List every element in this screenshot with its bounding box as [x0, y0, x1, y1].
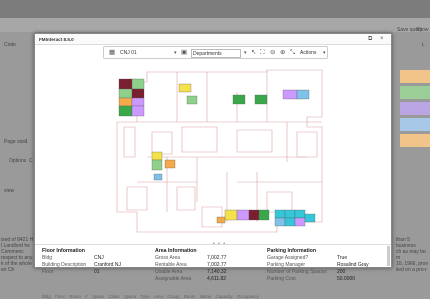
close-icon[interactable]: ×: [380, 36, 384, 42]
info-value: Cranford NJ: [94, 262, 121, 268]
bg-row-orange2: [400, 134, 430, 147]
zoom-extents-icon[interactable]: ⛶: [260, 49, 265, 57]
page-size-value[interactable]: 1: [25, 139, 28, 145]
app-header: [0, 0, 430, 18]
app-toolbar: [0, 18, 430, 32]
select-tool-icon[interactable]: ↖: [251, 49, 256, 57]
parking-information: Parking Information Garage Assigned? True…: [267, 248, 369, 283]
info-key: Building Description: [42, 262, 87, 268]
fminteract-dialog: FMInteract 8.5.0 ⧉ × ▦ CNJ 01 ▾ ▣ Depart…: [34, 33, 392, 299]
info-key: Gross Area: [155, 255, 181, 261]
grid-icon[interactable]: ▦: [109, 49, 115, 57]
dialog-titlebar[interactable]: FMInteract 8.5.0 ⧉ ×: [35, 34, 391, 45]
info-value: 200: [337, 269, 346, 275]
info-key: Rentable Area: [155, 262, 187, 268]
chevron-down-icon[interactable]: ▾: [244, 49, 247, 57]
floor-information: Floor Information Bldg CNJ Building Descr…: [42, 248, 121, 276]
info-key: Number of Parking Spaces: [267, 269, 327, 275]
bg-right-text: than 5 business ch as may be m 10, 1966, p…: [396, 237, 428, 273]
bg-row-purple: [400, 102, 430, 115]
area-info-heading: Area Information: [155, 248, 197, 254]
info-key: Parking Manager: [267, 262, 306, 268]
bg-row-orange: [400, 70, 430, 83]
floor-plan[interactable]: [107, 62, 347, 242]
floor-info-heading: Floor Information: [42, 248, 85, 254]
parking-info-heading: Parking Information: [267, 248, 316, 254]
page-size-label: Page size:: [4, 139, 28, 145]
right-col-label: L: [422, 42, 425, 48]
zoom-in-icon[interactable]: ⊕: [280, 49, 285, 57]
view-button[interactable]: view: [4, 188, 14, 194]
bg-row-blue: [400, 118, 430, 131]
zoom-out-icon[interactable]: ⊖: [270, 49, 275, 57]
info-key: Garage Assigned?: [267, 255, 309, 261]
splitter[interactable]: [35, 244, 391, 245]
restore-icon[interactable]: ⧉: [368, 36, 372, 43]
layer-select[interactable]: Departments: [191, 49, 241, 58]
chevron-down-icon[interactable]: ▾: [174, 49, 177, 57]
info-scrollbar[interactable]: [387, 246, 390, 266]
bg-row-green: [400, 86, 430, 99]
info-key: Parking Cost: [267, 276, 296, 282]
dialog-title: FMInteract 8.5.0: [39, 37, 74, 42]
options-value[interactable]: C: [29, 158, 33, 164]
room-table-header: Bldg Floor Room # Space Class Space Type…: [42, 294, 259, 299]
info-key: Usable Area: [155, 269, 183, 275]
info-key: Bldg: [42, 255, 53, 261]
info-key: Assignable Area: [155, 276, 192, 282]
floor-select[interactable]: CNJ 01: [120, 49, 178, 58]
chevron-down-icon[interactable]: ▾: [323, 49, 326, 57]
pan-icon[interactable]: ⤡: [290, 49, 295, 57]
code-label: Code: [4, 42, 16, 48]
bg-left-text: ised of 8421 Hl Landlord he Commenc respec…: [1, 237, 34, 273]
viewer-toolbar: ▦ CNJ 01 ▾ ▣ Departments ▾ ↖ ⛶ ⊖ ⊕ ⤡ Act…: [103, 46, 328, 59]
info-value: CNJ: [94, 255, 104, 261]
info-key: Floor: [42, 269, 54, 275]
options-label[interactable]: Options: [9, 158, 26, 164]
info-value: 4,611.82: [207, 276, 227, 282]
area-information: Area Information Gross Area 7,002.77 Rent…: [155, 248, 226, 283]
info-value: True: [337, 255, 348, 261]
info-value: 01: [94, 269, 100, 275]
info-value: 50.0000: [337, 276, 356, 282]
info-value: 7,140.32: [207, 269, 227, 275]
info-value: Rosalind Gray: [337, 262, 369, 268]
show-link[interactable]: Show: [416, 27, 429, 33]
info-value: 7,002.77: [207, 262, 227, 268]
layer-icon[interactable]: ▣: [181, 49, 187, 57]
info-value: 7,002.77: [207, 255, 227, 261]
